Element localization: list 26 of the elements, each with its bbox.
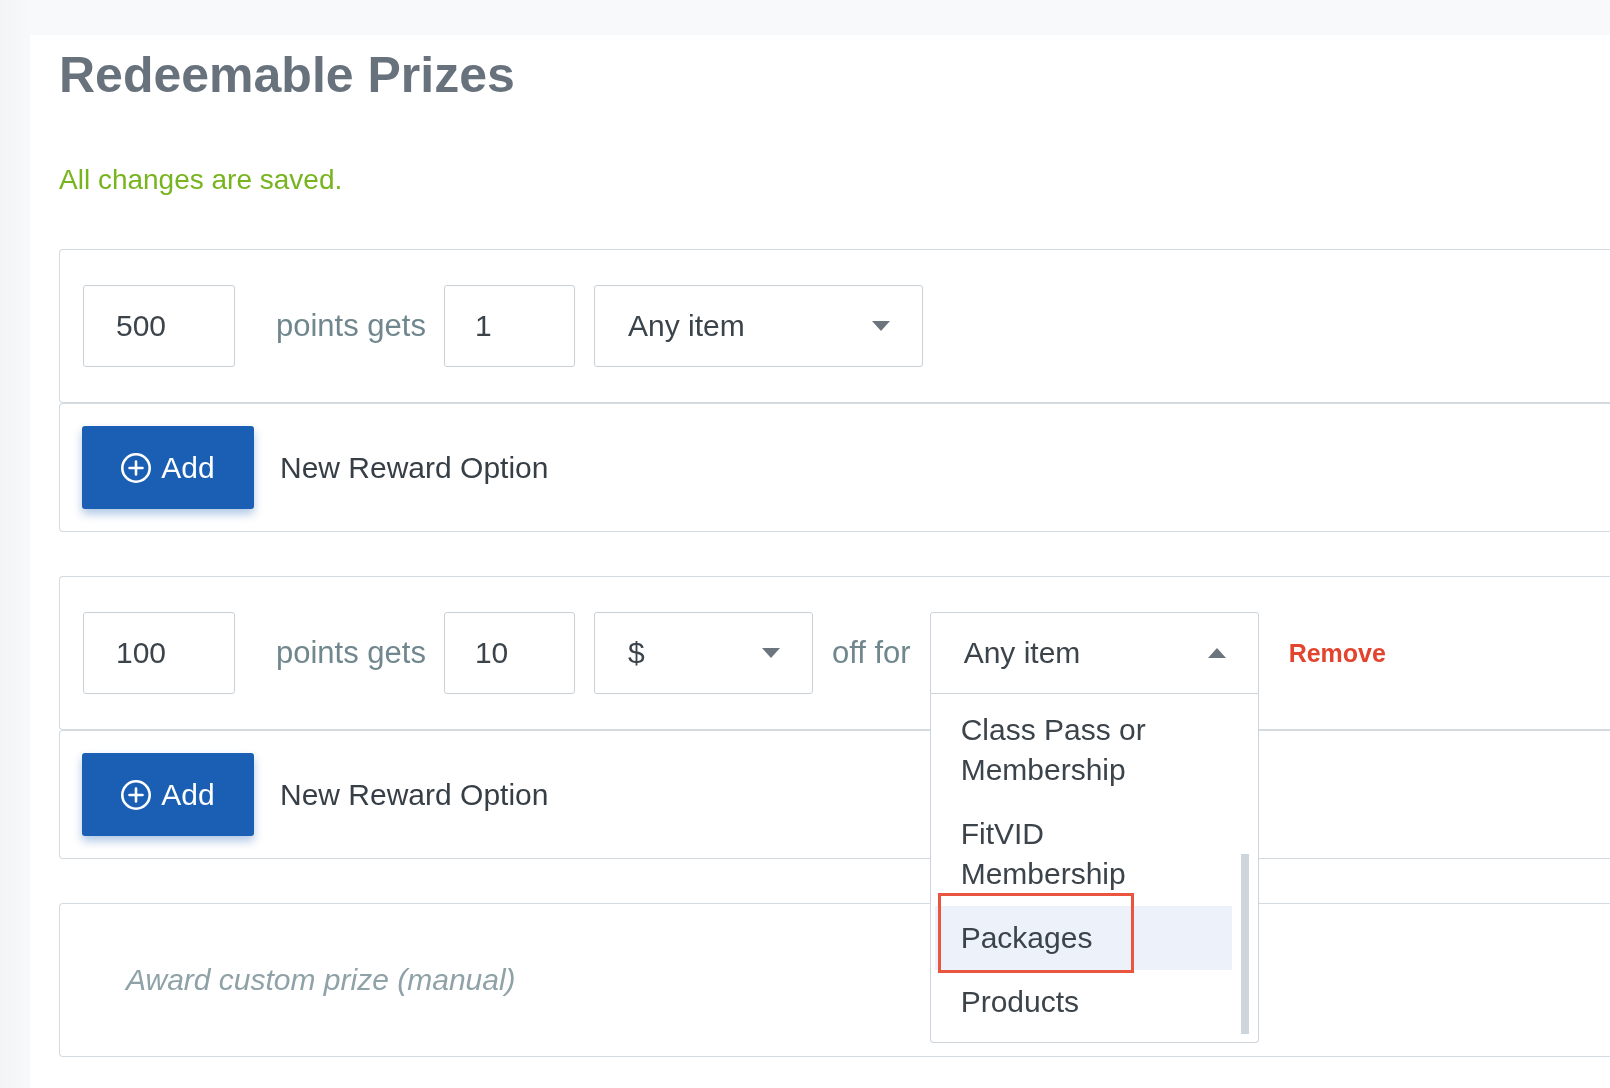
dropdown-option[interactable]: Products (934, 970, 1232, 1034)
dropdown-option[interactable]: Class Pass or Membership (934, 698, 1232, 802)
new-reward-option-label: New Reward Option (280, 450, 549, 485)
page-title: Redeemable Prizes (59, 46, 516, 105)
plus-circle-icon (121, 452, 152, 483)
currency-select[interactable]: $ (593, 612, 813, 694)
amount-field[interactable]: 10 (443, 612, 575, 694)
amount-field[interactable]: 1 (443, 285, 575, 367)
caret-down-icon (761, 648, 780, 658)
add-button[interactable]: Add (82, 753, 254, 836)
item-select[interactable]: Any item (929, 612, 1259, 694)
new-reward-option-label: New Reward Option (280, 777, 549, 812)
item-select[interactable]: Any item (593, 285, 923, 367)
scrollbar-thumb[interactable] (1240, 854, 1249, 1034)
caret-up-icon (1207, 648, 1226, 658)
add-button[interactable]: Add (82, 426, 254, 509)
save-status: All changes are saved. (59, 163, 344, 197)
caret-down-icon (871, 321, 890, 331)
points-label: points gets (276, 635, 426, 671)
points-label: points gets (276, 308, 426, 344)
points-field[interactable]: 100 (83, 612, 235, 694)
remove-link[interactable]: Remove (1288, 638, 1386, 668)
off-for-label: off for (831, 635, 911, 671)
dropdown-option[interactable]: FitVID Membership (934, 802, 1232, 906)
points-field[interactable]: 500 (83, 285, 235, 367)
plus-circle-icon (121, 779, 152, 810)
